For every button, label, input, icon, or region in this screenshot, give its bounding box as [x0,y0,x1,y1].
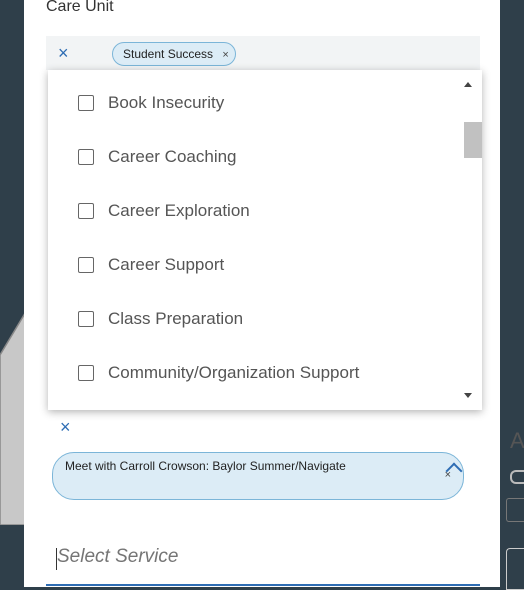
service-search-input[interactable] [57,546,357,568]
scroll-up-icon[interactable] [464,82,472,87]
option-label: Career Coaching [108,147,237,166]
remove-chip-icon[interactable]: × [222,49,228,61]
clear-service-icon[interactable]: × [60,418,71,436]
option-community-organization-support[interactable]: Community/Organization Support [48,346,456,400]
option-book-insecurity[interactable]: Book Insecurity [48,76,456,130]
service-chip: Meet with Carroll Crowson: Baylor Summer… [52,452,464,500]
toggle-partial[interactable] [510,470,524,484]
option-label: Book Insecurity [108,93,225,112]
checkbox[interactable] [78,149,94,165]
care-unit-field[interactable]: × Student Success × [46,36,480,70]
service-chip-label: Meet with Carroll Crowson: Baylor Summer… [65,459,346,473]
side-heading-partial: A [510,428,524,453]
care-unit-chip-label: Student Success [123,47,214,61]
scrollbar-thumb[interactable] [464,122,482,158]
side-button-partial[interactable] [506,498,524,522]
care-unit-label: Care Unit [46,0,114,15]
checkbox[interactable] [78,257,94,273]
reason-dropdown: Book Insecurity Career Coaching Career E… [48,70,482,410]
side-field-partial[interactable] [506,548,524,590]
form-panel: Care Unit × Student Success × Book Insec… [24,0,500,587]
checkbox[interactable] [78,95,94,111]
scroll-down-icon[interactable] [464,393,472,398]
option-career-coaching[interactable]: Career Coaching [48,130,456,184]
checkbox[interactable] [78,365,94,381]
dropdown-scrollbar[interactable] [456,70,482,410]
care-unit-chip: Student Success × [112,42,236,66]
service-input-underline [46,584,480,586]
option-class-preparation[interactable]: Class Preparation [48,292,456,346]
checkbox[interactable] [78,203,94,219]
option-career-support[interactable]: Career Support [48,238,456,292]
checkbox[interactable] [78,311,94,327]
clear-care-unit-icon[interactable]: × [58,44,69,62]
option-career-exploration[interactable]: Career Exploration [48,184,456,238]
option-label: Career Support [108,255,225,274]
option-label: Community/Organization Support [108,363,360,382]
option-label: Career Exploration [108,201,250,220]
option-label: Class Preparation [108,309,244,328]
